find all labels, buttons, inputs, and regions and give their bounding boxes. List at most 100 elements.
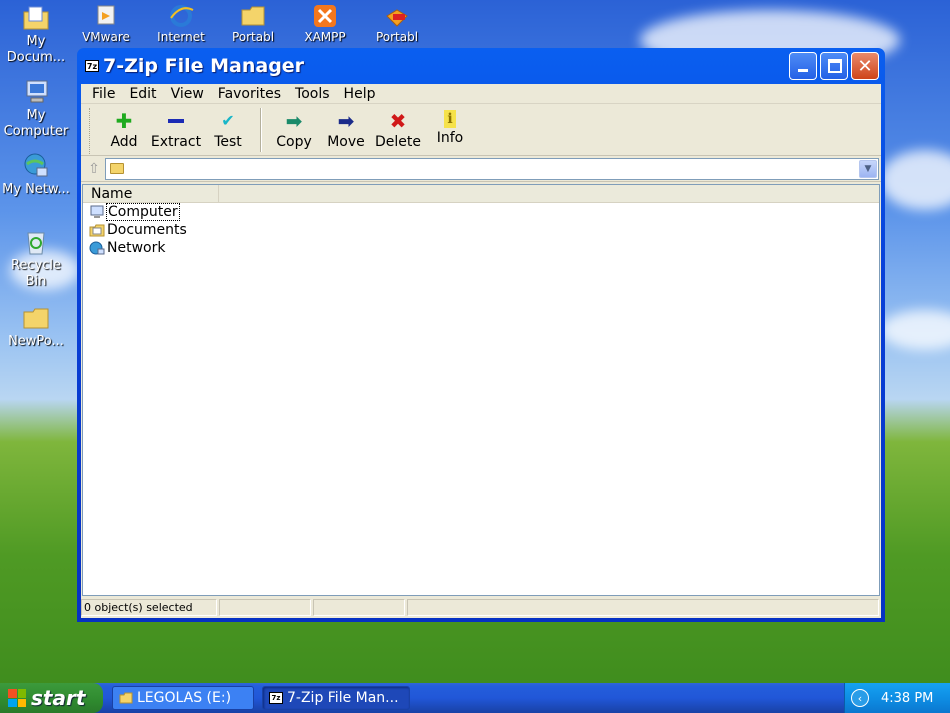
delete-label: Delete — [375, 134, 421, 150]
menu-view[interactable]: View — [164, 86, 211, 102]
system-tray: ‹ 4:38 PM — [844, 683, 950, 713]
minimize-icon — [798, 69, 808, 72]
7zip-portable-icon — [386, 9, 408, 27]
list-item[interactable]: Computer — [83, 203, 879, 221]
desktop-icon-my-computer[interactable]: My Computer — [0, 78, 72, 140]
copy-arrow-icon: ➡ — [285, 109, 303, 133]
copy-button[interactable]: ➡ Copy — [268, 104, 320, 152]
menu-tools[interactable]: Tools — [288, 86, 337, 102]
taskbar: start LEGOLAS (E:) 7z 7-Zip File Man... … — [0, 683, 950, 713]
address-bar: ⇧ ▼ — [81, 156, 881, 182]
up-folder-button[interactable]: ⇧ — [83, 158, 105, 180]
task-label: 7-Zip File Man... — [287, 690, 399, 706]
path-combobox[interactable]: ▼ — [105, 157, 879, 180]
window-client: File Edit View Favorites Tools Help ✚ Ad… — [81, 84, 881, 618]
desktop-icon-xampp[interactable]: XAMPP — [290, 2, 360, 48]
status-cell — [407, 599, 879, 616]
desktop-icon-my-documents[interactable]: My Docum... — [0, 4, 72, 66]
desktop-icon-label: My Docum... — [6, 34, 66, 65]
desktop-icon-network[interactable]: My Netw... — [0, 152, 72, 198]
extract-button[interactable]: Extract — [150, 104, 202, 152]
minus-icon — [165, 110, 187, 132]
menu-help[interactable]: Help — [337, 86, 383, 102]
windows-logo-icon — [8, 689, 26, 707]
network-icon — [89, 241, 105, 255]
xampp-icon — [314, 5, 336, 27]
minimize-button[interactable] — [789, 52, 817, 80]
7zip-logo-icon: 7z — [85, 60, 99, 72]
info-button[interactable]: i Info — [424, 104, 476, 152]
plus-icon: ✚ — [115, 109, 133, 133]
add-label: Add — [110, 134, 138, 150]
chevron-down-icon[interactable]: ▼ — [859, 159, 877, 178]
title-bar[interactable]: 7z 7-Zip File Manager ✕ — [81, 48, 881, 84]
desktop-icon-portable-folder[interactable]: Portabl — [218, 2, 288, 48]
maximize-button[interactable] — [820, 52, 848, 80]
delete-button[interactable]: ✖ Delete — [372, 104, 424, 152]
move-button[interactable]: ➡ Move — [320, 104, 372, 152]
status-cell — [313, 599, 405, 616]
desktop-icon-portable-7zip[interactable]: Portabl — [362, 2, 432, 48]
menu-bar: File Edit View Favorites Tools Help — [81, 84, 881, 104]
vmware-icon — [97, 5, 115, 25]
tray-expand-icon[interactable]: ‹ — [851, 689, 869, 707]
column-header-row: Name — [83, 185, 879, 203]
desktop-icon-label: Internet — [157, 30, 205, 44]
internet-explorer-icon — [170, 5, 194, 27]
desktop-icon-label: VMware — [82, 30, 130, 44]
cloud — [880, 150, 950, 210]
taskbar-item-7zip[interactable]: 7z 7-Zip File Man... — [262, 686, 410, 710]
toolbar: ✚ Add Extract ✔ Test ➡ Copy ➡ Move ✖ Del… — [81, 104, 881, 156]
info-icon: i — [444, 110, 456, 128]
desktop-icon-vmware[interactable]: VMware — [71, 2, 141, 48]
file-list[interactable]: Name Computer Documents Network — [82, 184, 880, 596]
folder-icon — [110, 163, 124, 174]
info-label: Info — [436, 130, 464, 146]
taskbar-item-legolas[interactable]: LEGOLAS (E:) — [112, 686, 254, 710]
maximize-icon — [828, 59, 842, 73]
move-label: Move — [327, 134, 365, 150]
desktop-icon-label: NewPo... — [8, 334, 64, 349]
cloud — [880, 310, 950, 350]
add-button[interactable]: ✚ Add — [98, 104, 150, 152]
desktop-icon-newpo-folder[interactable]: NewPo... — [0, 304, 72, 350]
my-computer-icon — [26, 80, 48, 103]
start-label: start — [31, 686, 86, 710]
toolbar-grip[interactable] — [89, 108, 92, 154]
menu-favorites[interactable]: Favorites — [211, 86, 288, 102]
7zip-window: 7z 7-Zip File Manager ✕ File Edit View F… — [77, 48, 885, 622]
documents-icon — [89, 224, 105, 237]
start-button[interactable]: start — [0, 683, 103, 713]
menu-file[interactable]: File — [85, 86, 122, 102]
menu-edit[interactable]: Edit — [122, 86, 163, 102]
folder-icon — [23, 308, 49, 329]
column-header-name[interactable]: Name — [83, 185, 219, 202]
desktop-icon-label: Portabl — [375, 30, 419, 44]
close-button[interactable]: ✕ — [851, 52, 879, 80]
desktop-icon-label: Portabl — [231, 30, 275, 44]
checkmark-icon: ✔ — [221, 111, 235, 130]
desktop-icon-label: My Computer — [3, 108, 69, 139]
task-label: LEGOLAS (E:) — [137, 690, 232, 706]
test-button[interactable]: ✔ Test — [202, 104, 254, 152]
copy-label: Copy — [276, 134, 312, 150]
network-icon — [24, 153, 48, 177]
recycle-bin-icon — [27, 232, 45, 255]
folder-icon — [241, 6, 265, 26]
up-arrow-icon: ⇧ — [88, 160, 100, 177]
toolbar-separator — [260, 108, 262, 152]
list-item[interactable]: Network — [83, 239, 879, 257]
status-cell — [219, 599, 311, 616]
list-item-label: Computer — [106, 203, 180, 221]
desktop-icon-label: XAMPP — [304, 30, 346, 44]
desktop-icon-label: Recycle Bin — [10, 258, 62, 289]
close-icon: ✕ — [857, 55, 873, 77]
my-documents-icon — [23, 6, 49, 30]
list-item[interactable]: Documents — [83, 221, 879, 239]
list-item-label: Network — [107, 240, 166, 256]
desktop-icon-recycle-bin[interactable]: Recycle Bin — [0, 228, 72, 290]
window-title: 7-Zip File Manager — [103, 55, 305, 77]
clock[interactable]: 4:38 PM — [881, 691, 933, 706]
desktop-icon-internet[interactable]: Internet — [146, 2, 216, 48]
status-selection: 0 object(s) selected — [81, 599, 217, 616]
